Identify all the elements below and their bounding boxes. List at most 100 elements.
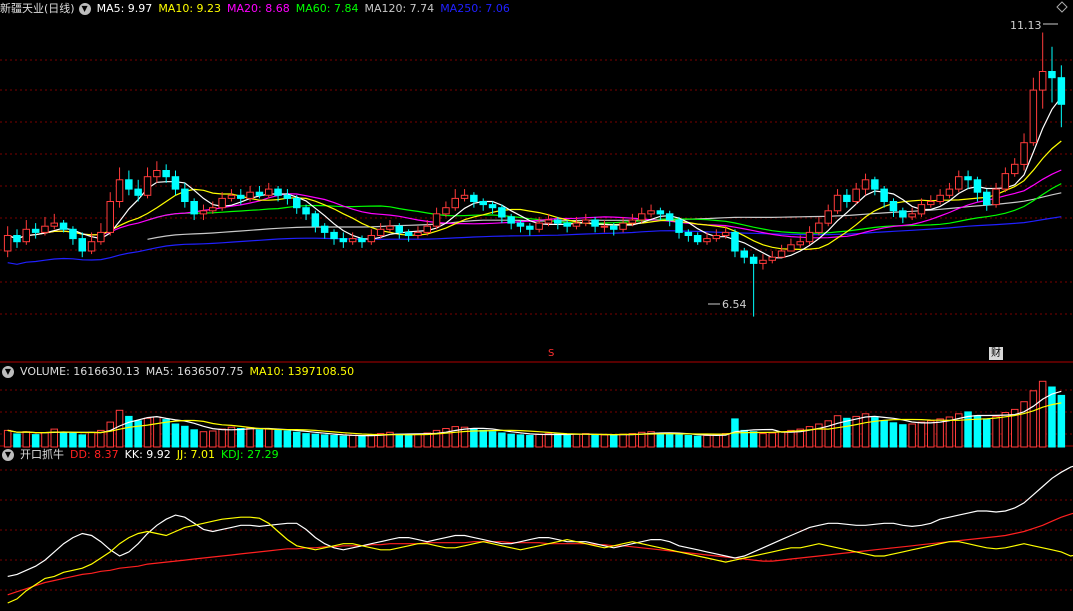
- candle-body: [908, 213, 916, 218]
- volume-bar: [190, 429, 198, 448]
- candle-body: [488, 204, 497, 209]
- candle-body: [87, 241, 96, 252]
- volume-bar: [554, 433, 562, 448]
- volume-bar: [41, 432, 49, 448]
- candle-body: [582, 219, 590, 224]
- candle-body: [610, 225, 618, 230]
- finance-marker[interactable]: 财: [989, 347, 1003, 360]
- candle-body: [358, 238, 366, 243]
- candle-body: [833, 194, 842, 212]
- candle-body: [3, 235, 12, 252]
- volume-bar: [936, 418, 944, 448]
- volume-bar: [209, 430, 217, 448]
- candle-body: [945, 188, 954, 196]
- candle-body: [684, 231, 693, 236]
- candle-body: [563, 222, 571, 227]
- indicator-dd-line: [7, 512, 1073, 596]
- candle-body: [619, 222, 627, 230]
- candle-body: [404, 231, 413, 236]
- price-ma20-label: MA20: 8.68: [227, 2, 290, 15]
- volume-bar: [1038, 380, 1047, 448]
- candle-body: [237, 194, 245, 199]
- volume-bar: [320, 434, 329, 448]
- candle-body: [59, 222, 68, 230]
- candle-body: [162, 170, 170, 178]
- volume-bar: [199, 431, 208, 448]
- volume-bar: [656, 432, 665, 448]
- price-ma5-label: MA5: 9.97: [96, 2, 153, 15]
- volume-bar: [861, 413, 870, 448]
- candle-body: [572, 222, 581, 227]
- candle-body: [600, 225, 609, 228]
- candle-body: [246, 191, 254, 199]
- volume-bar: [274, 429, 282, 448]
- price-ma120-label: MA120: 7.74: [364, 2, 435, 15]
- volume-bar: [162, 419, 170, 448]
- candle-body: [759, 259, 767, 264]
- volume-bar: [889, 422, 898, 448]
- candle-body: [97, 231, 105, 243]
- candle-body: [125, 179, 133, 190]
- candle-body: [647, 210, 655, 215]
- volume-bar: [330, 435, 338, 448]
- candle-body: [815, 222, 823, 233]
- volume-bar: [591, 434, 599, 448]
- volume-bar: [69, 432, 77, 448]
- candle-body: [973, 179, 982, 193]
- volume-bar: [414, 433, 422, 448]
- volume-bar: [899, 424, 907, 448]
- candle-body: [181, 188, 189, 203]
- candle-body: [889, 201, 898, 212]
- volume-bar: [852, 415, 860, 448]
- volume-bar: [339, 435, 348, 448]
- indicator-jj-label: JJ: 7.01: [176, 448, 215, 461]
- chevron-down-icon[interactable]: ▼: [2, 449, 14, 461]
- candle-body: [936, 194, 944, 203]
- volume-bar: [983, 418, 991, 448]
- volume-bar: [367, 434, 376, 448]
- volume-bar: [395, 433, 403, 448]
- candle-body: [1001, 173, 1010, 190]
- volume-bar: [311, 433, 320, 448]
- volume-bar: [563, 434, 571, 448]
- high-price-label: 11.13: [1010, 19, 1042, 32]
- candle-body: [283, 194, 292, 199]
- candle-body: [871, 179, 879, 190]
- indicator-kdj-label: KDJ: 27.29: [220, 448, 279, 461]
- candle-body: [955, 176, 963, 190]
- candle-body: [442, 207, 450, 215]
- volume-bar: [125, 415, 133, 448]
- candle-body: [554, 219, 562, 224]
- volume-bar: [293, 431, 301, 448]
- candle-body: [861, 179, 870, 190]
- candle-body: [721, 231, 730, 236]
- candle-body: [171, 176, 180, 190]
- volume-bar: [992, 415, 1000, 448]
- candle-body: [544, 219, 553, 224]
- chevron-down-icon[interactable]: ▼: [78, 3, 91, 15]
- volume-bar: [610, 435, 618, 448]
- volume-bar: [703, 435, 711, 448]
- sell-marker[interactable]: S: [546, 347, 556, 360]
- candle-body: [479, 201, 487, 206]
- volume-bar: [1029, 390, 1038, 448]
- candle-body: [665, 213, 674, 221]
- candle-body: [348, 238, 357, 243]
- volume-ma5-label: MA5: 1636507.75: [145, 365, 244, 378]
- candle-body: [386, 225, 394, 230]
- candle-body: [703, 238, 711, 243]
- volume-bar: [59, 431, 68, 448]
- candle-body: [265, 188, 273, 196]
- candle-body: [22, 228, 30, 243]
- candle-body: [460, 194, 469, 199]
- volume-bar: [181, 425, 189, 448]
- volume-bar: [87, 431, 96, 448]
- chart-canvas[interactable]: [0, 0, 1073, 611]
- candle-body: [1011, 163, 1019, 175]
- candle-body: [153, 170, 161, 178]
- diamond-icon: [1056, 1, 1068, 13]
- candle-body: [31, 228, 40, 233]
- candle-body: [693, 235, 702, 243]
- indicator-kk-label: KK: 9.92: [124, 448, 171, 461]
- chevron-down-icon[interactable]: ▼: [2, 366, 14, 378]
